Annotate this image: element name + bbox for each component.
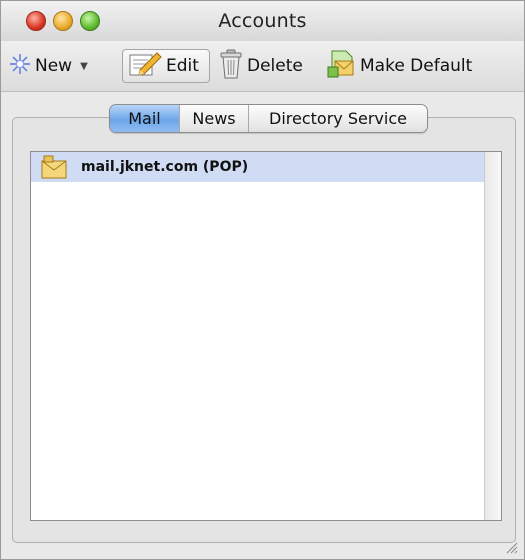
account-label: mail.jknet.com (POP): [81, 159, 249, 175]
resize-grip-icon[interactable]: [504, 539, 518, 554]
trash-icon: [219, 49, 243, 84]
edit-button[interactable]: Edit: [122, 49, 210, 83]
window-title: Accounts: [218, 10, 307, 32]
tab-directory-service[interactable]: Directory Service: [249, 105, 427, 132]
new-star-icon: [9, 53, 31, 80]
delete-button-label: Delete: [247, 56, 303, 76]
toolbar: New ▼ Edit Delete Make Default: [1, 41, 524, 92]
make-default-mailbox-icon: [326, 49, 356, 84]
list-scrollbar[interactable]: [484, 152, 501, 520]
tab-mail[interactable]: Mail: [110, 105, 180, 132]
mail-account-icon: [41, 155, 67, 179]
delete-button[interactable]: Delete: [219, 49, 303, 83]
tab-news[interactable]: News: [180, 105, 249, 132]
make-default-button-label: Make Default: [360, 56, 473, 76]
make-default-button[interactable]: Make Default: [326, 49, 472, 83]
accounts-list[interactable]: mail.jknet.com (POP): [30, 151, 502, 521]
new-button[interactable]: New ▼: [9, 49, 88, 83]
new-menu-caret-icon[interactable]: ▼: [80, 61, 88, 72]
edit-button-label: Edit: [166, 56, 199, 76]
list-item[interactable]: mail.jknet.com (POP): [31, 152, 486, 182]
account-type-tabs: Mail News Directory Service: [109, 104, 428, 133]
edit-pencil-icon: [128, 50, 162, 83]
accounts-window: Accounts New ▼ Edit Delete Make Default …: [0, 0, 525, 560]
title-bar[interactable]: Accounts: [1, 1, 524, 41]
new-button-label: New: [35, 56, 73, 76]
